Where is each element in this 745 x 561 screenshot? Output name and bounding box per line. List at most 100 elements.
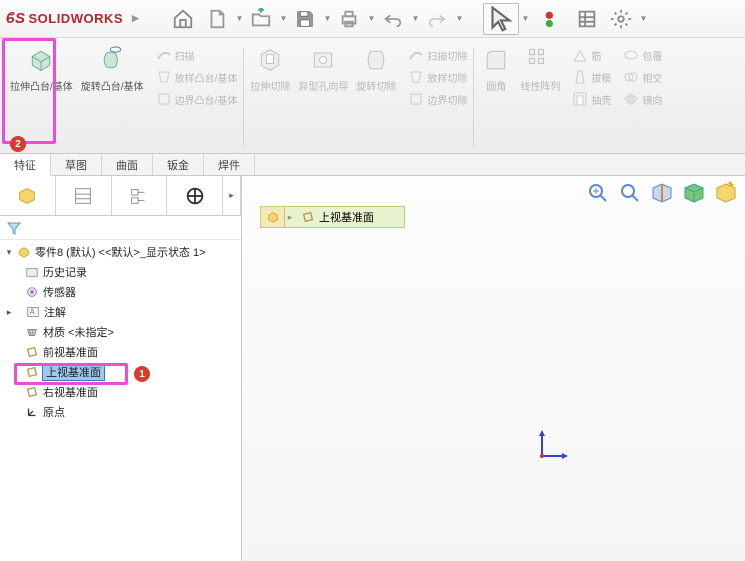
rib-button[interactable]: 筋 [572,47,601,63]
manager-tabs-more[interactable]: ▸ [223,176,241,215]
expand-icon[interactable]: ▸ [4,307,14,318]
feature-group-2: 包覆 相交 镜向 [615,42,666,153]
origin-triad-icon [532,426,572,466]
dimxpert-tab[interactable] [167,176,223,215]
rebuild-button[interactable] [537,3,569,35]
redo-button[interactable] [421,3,453,35]
draft-button[interactable]: 拔模 [572,69,611,85]
breadcrumb-part-icon [261,207,285,227]
history-icon [25,265,39,279]
app-name: SOLIDWORKS [28,11,123,26]
boundary-button[interactable]: 边界凸台/基体 [156,91,238,107]
extrude-cut-button[interactable]: 拉伸切除 [246,42,294,153]
graphics-area[interactable]: ▸ 上视基准面 [242,176,745,561]
display-style-icon[interactable] [713,180,739,206]
save-dropdown[interactable]: ▼ [323,14,331,23]
print-button[interactable] [333,3,365,35]
section-view-icon[interactable] [649,180,675,206]
tree-annotations[interactable]: ▸A注解 [0,302,241,322]
settings-button[interactable] [605,3,637,35]
command-tabs: 特征 草图 曲面 钣金 焊件 [0,154,745,176]
logo-chevron-icon[interactable]: ▶ [132,13,139,24]
material-icon [25,325,39,339]
select-tool[interactable] [483,3,519,35]
extrude-icon [25,44,57,76]
tree-history[interactable]: 历史记录 [0,262,241,282]
loft-button[interactable]: 放样凸台/基体 [156,69,238,85]
tree-sensors[interactable]: 传感器 [0,282,241,302]
open-dropdown[interactable]: ▼ [279,14,287,23]
quick-access-toolbar: ▼ ▼ ▼ ▼ ▼ ▼ ▼ ▼ [167,3,647,35]
extrude-cut-icon [254,44,286,76]
sweep-cut-button[interactable]: 扫描切除 [408,47,467,63]
zoom-area-icon[interactable] [617,180,643,206]
pattern-icon [524,44,556,76]
tree-root[interactable]: ▾ 零件8 (默认) <<默认>_显示状态 1> [0,242,241,262]
filter-row[interactable] [0,216,241,240]
origin-icon [25,405,39,419]
mirror-button[interactable]: 镜向 [623,91,662,107]
print-dropdown[interactable]: ▼ [367,14,375,23]
zoom-fit-icon[interactable] [585,180,611,206]
tree-right-plane[interactable]: 右视基准面 [0,382,241,402]
shell-button[interactable]: 抽壳 [572,91,611,107]
tab-sketch[interactable]: 草图 [51,154,102,175]
settings-dropdown[interactable]: ▼ [639,14,647,23]
manager-tabs: ▸ [0,176,241,216]
tree-top-plane[interactable]: 上视基准面 [0,362,241,382]
extrude-boss-button[interactable]: 拉伸凸台/基体 [6,42,77,153]
revolve-cut-button[interactable]: 旋转切除 [352,42,400,153]
revolve-boss-button[interactable]: 旋转凸台/基体 [77,42,148,153]
undo-button[interactable] [377,3,409,35]
tab-features[interactable]: 特征 [0,154,51,176]
title-bar: ϐS SOLIDWORKS ▶ ▼ ▼ ▼ ▼ ▼ ▼ ▼ ▼ [0,0,745,38]
open-button[interactable] [245,3,277,35]
undo-dropdown[interactable]: ▼ [411,14,419,23]
tree-origin[interactable]: 原点 [0,402,241,422]
annotation-icon: A [26,305,40,319]
feature-tree: ▾ 零件8 (默认) <<默认>_显示状态 1> 历史记录 传感器 ▸A注解 材… [0,240,241,561]
part-icon [17,245,31,259]
property-tab[interactable] [56,176,112,215]
view-orientation-icon[interactable] [681,180,707,206]
filter-icon [6,220,22,236]
cut-group: 扫描切除 放样切除 边界切除 [400,42,471,153]
svg-text:A: A [30,308,36,317]
tab-sheetmetal[interactable]: 钣金 [153,154,204,175]
revolve-cut-icon [360,44,392,76]
redo-dropdown[interactable]: ▼ [455,14,463,23]
new-dropdown[interactable]: ▼ [235,14,243,23]
boundary-cut-button[interactable]: 边界切除 [408,91,467,107]
hole-icon [307,44,339,76]
plane-icon [25,365,39,379]
intersect-button[interactable]: 相交 [623,69,662,85]
fillet-button[interactable]: 圆角 [476,42,516,153]
wrap-button[interactable]: 包覆 [623,47,662,63]
plane-icon [25,345,39,359]
sweep-button[interactable]: 扫描 [156,47,195,63]
config-tab[interactable] [112,176,168,215]
select-dropdown[interactable]: ▼ [521,14,529,23]
feature-tree-tab[interactable] [0,176,56,215]
breadcrumb[interactable]: ▸ 上视基准面 [260,206,405,228]
feature-manager-panel: ▸ ▾ 零件8 (默认) <<默认>_显示状态 1> 历史记录 传感器 ▸A注解… [0,176,242,561]
collapse-icon[interactable]: ▾ [4,247,14,258]
extrude-label: 拉伸凸台/基体 [10,78,73,93]
new-button[interactable] [201,3,233,35]
hole-wizard-button[interactable]: 异型孔向导 [294,42,352,153]
loft-cut-button[interactable]: 放样切除 [408,69,467,85]
breadcrumb-chevron-icon: ▸ [285,212,295,223]
breadcrumb-item[interactable]: 上视基准面 [295,209,404,225]
options-list-button[interactable] [571,3,603,35]
app-logo: ϐS SOLIDWORKS ▶ [6,10,139,27]
tab-surface[interactable]: 曲面 [102,154,153,175]
tab-weldment[interactable]: 焊件 [204,154,255,175]
home-button[interactable] [167,3,199,35]
save-button[interactable] [289,3,321,35]
plane-icon [25,385,39,399]
tree-material[interactable]: 材质 <未指定> [0,322,241,342]
fillet-icon [480,44,512,76]
pattern-button[interactable]: 线性阵列 [516,42,564,153]
tree-front-plane[interactable]: 前视基准面 [0,342,241,362]
ribbon: 拉伸凸台/基体 旋转凸台/基体 扫描 放样凸台/基体 边界凸台/基体 拉伸切除 … [0,38,745,154]
